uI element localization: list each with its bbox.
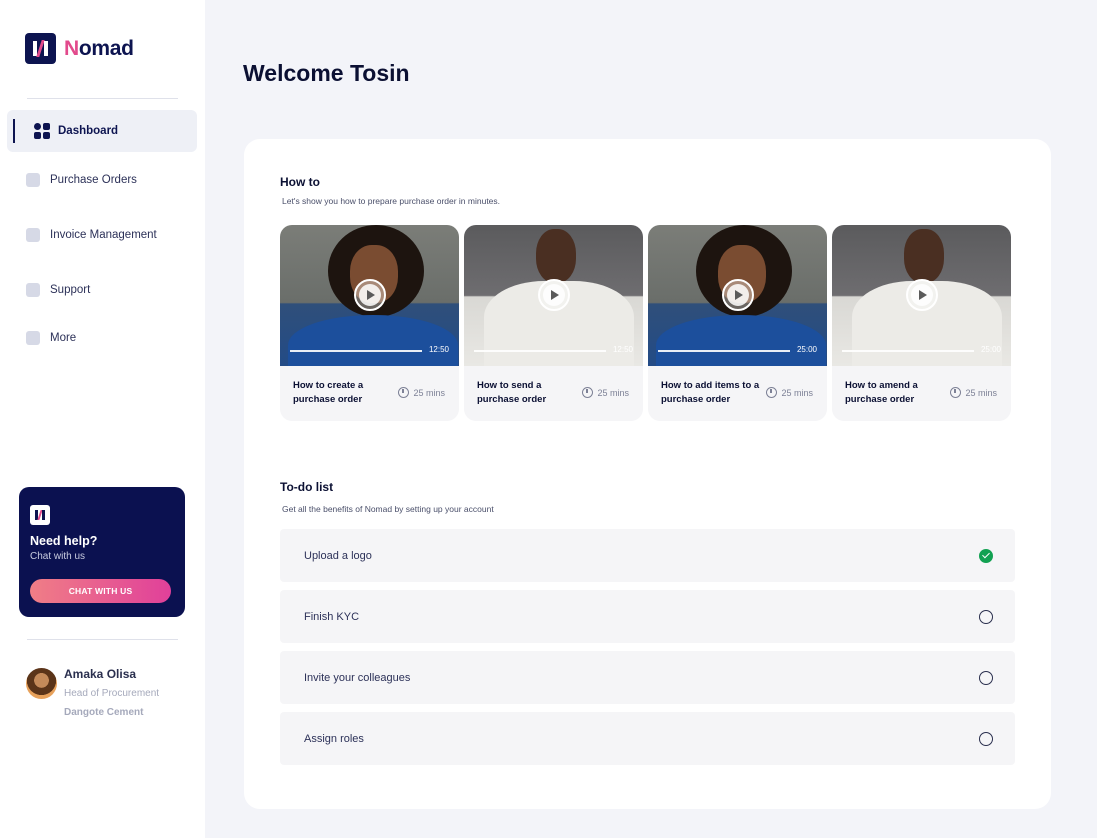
video-card[interactable]: 25:00 How to amend a purchase order 25 m… xyxy=(832,225,1011,421)
howto-subtitle: Let's show you how to prepare purchase o… xyxy=(282,196,501,206)
play-icon[interactable] xyxy=(722,279,754,311)
sidebar-divider xyxy=(27,98,178,99)
video-title: How to amend a purchase order xyxy=(845,380,918,405)
help-card: Need help? Chat with us CHAT WITH US xyxy=(19,487,185,617)
todo-item-label: Assign roles xyxy=(304,732,364,745)
video-duration: 25:00 xyxy=(980,345,1001,354)
todo-item-upload-logo[interactable]: Upload a logo xyxy=(280,529,1015,582)
video-thumbnail[interactable]: 25:00 xyxy=(648,225,827,366)
video-length-text: 25 mins xyxy=(965,387,997,398)
video-title: How to add items to a purchase order xyxy=(661,380,760,405)
video-length-text: 25 mins xyxy=(781,387,813,398)
video-progress-bar[interactable] xyxy=(290,350,422,352)
todo-item-label: Upload a logo xyxy=(304,549,372,562)
sidebar-item-purchase-orders[interactable]: Purchase Orders xyxy=(7,159,197,201)
wallet-icon xyxy=(26,331,40,345)
play-icon[interactable] xyxy=(354,279,386,311)
clock-icon xyxy=(398,387,410,398)
video-thumbnail[interactable]: 12:50 xyxy=(280,225,459,366)
chart-icon xyxy=(26,283,40,297)
clock-icon xyxy=(950,387,962,398)
todo-item-invite-colleagues[interactable]: Invite your colleagues xyxy=(280,651,1015,704)
document-icon xyxy=(26,173,40,187)
sidebar-item-label: More xyxy=(50,332,77,344)
nomad-logo-mark-icon xyxy=(25,33,56,64)
video-duration: 12:50 xyxy=(612,345,633,354)
video-card[interactable]: 25:00 How to add items to a purchase ord… xyxy=(648,225,827,421)
clock-icon xyxy=(582,387,594,398)
user-company: Dangote Cement xyxy=(64,707,144,718)
sidebar-item-label: Dashboard xyxy=(58,125,119,137)
video-progress-bar[interactable] xyxy=(842,350,974,352)
page-title: Welcome Tosin xyxy=(243,60,410,86)
todo-item-assign-roles[interactable]: Assign roles xyxy=(280,712,1015,765)
dashboard-grid-icon xyxy=(34,123,50,139)
video-length: 25 mins xyxy=(766,387,813,398)
todo-item-label: Invite your colleagues xyxy=(304,671,411,684)
sidebar-item-label: Invoice Management xyxy=(50,229,157,241)
video-duration: 12:50 xyxy=(428,345,449,354)
sidebar-divider xyxy=(27,639,178,640)
video-card[interactable]: 12:50 How to create a purchase order 25 … xyxy=(280,225,459,421)
todo-item-finish-kyc[interactable]: Finish KYC xyxy=(280,590,1015,643)
avatar[interactable] xyxy=(26,668,57,699)
user-role: Head of Procurement xyxy=(64,688,160,699)
nomad-badge-icon xyxy=(30,505,50,525)
video-length: 25 mins xyxy=(398,387,445,398)
empty-circle-icon[interactable] xyxy=(979,670,993,685)
todo-title: To-do list xyxy=(280,480,334,494)
video-duration: 25:00 xyxy=(796,345,817,354)
howto-title: How to xyxy=(280,175,320,189)
chart-icon xyxy=(26,228,40,242)
video-length-text: 25 mins xyxy=(597,387,629,398)
sidebar: Nomad Dashboard Purchase Orders Invoice … xyxy=(0,0,205,838)
video-title: How to send a purchase order xyxy=(477,380,547,405)
nomad-logo[interactable]: Nomad xyxy=(25,33,134,64)
video-title: How to create a purchase order xyxy=(293,380,364,405)
video-progress-bar[interactable] xyxy=(474,350,606,352)
empty-circle-icon[interactable] xyxy=(979,731,993,746)
clock-icon xyxy=(766,387,778,398)
sidebar-item-label: Purchase Orders xyxy=(50,174,137,186)
help-subtitle: Chat with us xyxy=(30,551,86,562)
check-circle-icon[interactable] xyxy=(979,548,993,563)
video-length: 25 mins xyxy=(950,387,997,398)
chat-with-us-button[interactable]: CHAT WITH US xyxy=(30,579,171,603)
sidebar-item-invoice-management[interactable]: Invoice Management xyxy=(7,214,197,256)
sidebar-item-support[interactable]: Support xyxy=(7,269,197,311)
todo-subtitle: Get all the benefits of Nomad by setting… xyxy=(282,504,494,514)
video-thumbnail[interactable]: 12:50 xyxy=(464,225,643,366)
video-length-text: 25 mins xyxy=(413,387,445,398)
brand-name: Nomad xyxy=(64,36,134,60)
video-card[interactable]: 12:50 How to send a purchase order 25 mi… xyxy=(464,225,643,421)
sidebar-item-label: Support xyxy=(50,284,91,296)
todo-item-label: Finish KYC xyxy=(304,610,360,623)
play-icon[interactable] xyxy=(538,279,570,311)
sidebar-item-dashboard[interactable]: Dashboard xyxy=(7,110,197,152)
video-progress-bar[interactable] xyxy=(658,350,790,352)
video-length: 25 mins xyxy=(582,387,629,398)
play-icon[interactable] xyxy=(906,279,938,311)
empty-circle-icon[interactable] xyxy=(979,609,993,624)
sidebar-item-more[interactable]: More xyxy=(7,317,197,359)
video-thumbnail[interactable]: 25:00 xyxy=(832,225,1011,366)
user-name: Amaka Olisa xyxy=(64,667,137,681)
help-title: Need help? xyxy=(30,534,98,548)
